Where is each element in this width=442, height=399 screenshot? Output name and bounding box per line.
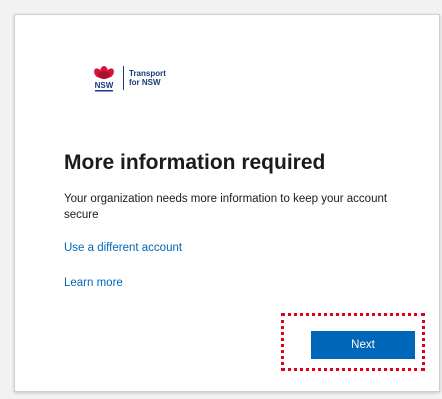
logo-text: Transport for NSW — [129, 69, 166, 87]
transport-for-nsw-logo: NSW Transport for NSW — [89, 63, 166, 93]
logo-divider — [123, 66, 124, 90]
logo-text-line1: Transport — [129, 69, 166, 78]
use-different-account-link[interactable]: Use a different account — [64, 242, 182, 254]
nsw-abbrev: NSW — [95, 81, 114, 90]
nsw-waratah-icon: NSW — [89, 63, 119, 93]
description-text: Your organization needs more information… — [64, 193, 388, 221]
page-title: More information required — [64, 151, 326, 174]
next-button[interactable]: Next — [311, 331, 415, 359]
sign-in-dialog: NSW Transport for NSW More information r… — [14, 14, 440, 392]
logo-text-line2: for NSW — [129, 78, 161, 87]
learn-more-link[interactable]: Learn more — [64, 277, 123, 289]
